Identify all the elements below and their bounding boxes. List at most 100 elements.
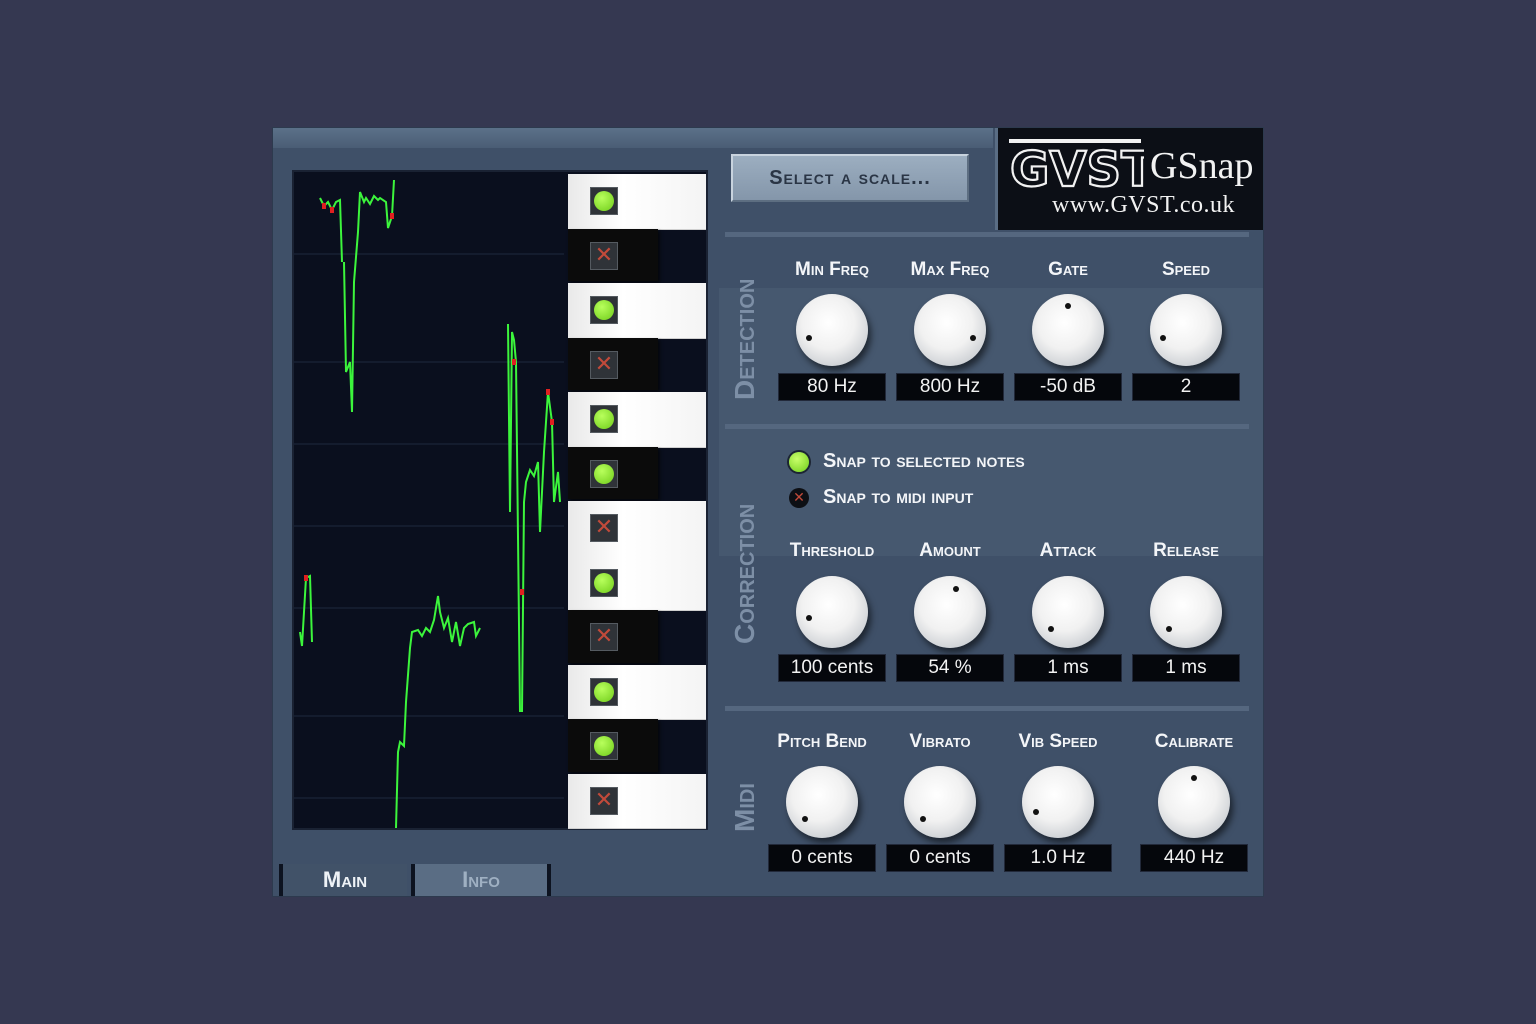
pitch-marker bbox=[512, 359, 516, 365]
white-key bbox=[568, 392, 706, 448]
tab-main[interactable]: Main bbox=[279, 864, 407, 896]
pitch-marker bbox=[550, 419, 554, 425]
pitch-marker bbox=[304, 575, 308, 581]
vib-speed-value[interactable]: 1.0 Hz bbox=[1004, 844, 1112, 872]
note-off-x-icon: ✕ bbox=[594, 624, 614, 650]
min-freq-value[interactable]: 80 Hz bbox=[778, 373, 886, 401]
max-freq-value[interactable]: 800 Hz bbox=[896, 373, 1004, 401]
speed-knob[interactable] bbox=[1150, 294, 1222, 366]
calibrate-label: Calibrate bbox=[1154, 731, 1234, 752]
gate-label: Gate bbox=[1048, 259, 1088, 280]
release-value[interactable]: 1 ms bbox=[1132, 654, 1240, 682]
calibrate-knob[interactable] bbox=[1158, 766, 1230, 838]
speed-value[interactable]: 2 bbox=[1132, 373, 1240, 401]
attack-value[interactable]: 1 ms bbox=[1014, 654, 1122, 682]
release-knob[interactable] bbox=[1150, 576, 1222, 648]
snap-selected-notes-option[interactable]: Snap to selected notes bbox=[789, 450, 1025, 473]
select-scale-button[interactable]: Select a scale... bbox=[731, 154, 969, 202]
note-enabled-toggle[interactable] bbox=[590, 568, 618, 597]
note-disabled-toggle[interactable]: ✕ bbox=[590, 623, 618, 652]
piano-keyboard: ✕ ✕ ✕ ✕ ✕ bbox=[568, 174, 706, 829]
threshold-value[interactable]: 100 cents bbox=[778, 654, 886, 682]
note-disabled-toggle[interactable]: ✕ bbox=[590, 786, 618, 815]
plugin-name: GSnap bbox=[1150, 145, 1254, 187]
black-key bbox=[568, 446, 658, 499]
amount-knob[interactable] bbox=[914, 576, 986, 648]
note-disabled-toggle[interactable]: ✕ bbox=[590, 514, 618, 543]
note-enabled-toggle[interactable] bbox=[590, 677, 618, 706]
knob-indicator bbox=[1048, 625, 1055, 632]
note-on-dot-icon bbox=[594, 681, 614, 702]
knob-indicator bbox=[806, 335, 813, 342]
pitch-display: ✕ ✕ ✕ ✕ ✕ bbox=[292, 170, 708, 830]
vibrato-value[interactable]: 0 cents bbox=[886, 844, 994, 872]
note-disabled-toggle[interactable]: ✕ bbox=[590, 350, 618, 379]
note-off-x-icon: ✕ bbox=[594, 242, 614, 268]
pitch-trace bbox=[521, 391, 561, 713]
website-url: www.GVST.co.uk bbox=[1052, 192, 1235, 218]
divider-top bbox=[725, 232, 1249, 237]
detection-section-label: Detection bbox=[729, 278, 760, 400]
vibrato-knob[interactable] bbox=[904, 766, 976, 838]
black-key: ✕ bbox=[568, 228, 658, 281]
knob-indicator bbox=[920, 815, 927, 822]
note-off-x-icon: ✕ bbox=[594, 787, 614, 813]
note-enabled-toggle[interactable] bbox=[590, 459, 618, 488]
svg-text:GVST: GVST bbox=[1010, 142, 1144, 190]
snap-selected-notes-label: Snap to selected notes bbox=[823, 450, 1025, 472]
note-enabled-toggle[interactable] bbox=[590, 732, 618, 761]
amount-value[interactable]: 54 % bbox=[896, 654, 1004, 682]
vib-speed-knob[interactable] bbox=[1022, 766, 1094, 838]
midi-section-label: Midi bbox=[729, 783, 760, 832]
gsnap-plugin-window: ✕ ✕ ✕ ✕ ✕ Main Info Select a scale... GVST G… bbox=[273, 128, 1263, 896]
gate-value[interactable]: -50 dB bbox=[1014, 373, 1122, 401]
note-on-dot-icon bbox=[594, 736, 614, 757]
attack-label: Attack bbox=[1039, 540, 1097, 561]
note-off-x-icon: ✕ bbox=[594, 515, 614, 541]
note-disabled-toggle[interactable]: ✕ bbox=[590, 241, 618, 270]
top-strip bbox=[273, 128, 993, 148]
divider-correction bbox=[725, 706, 1249, 711]
pitch-marker bbox=[520, 589, 524, 595]
note-on-dot-icon bbox=[594, 191, 614, 212]
note-on-dot-icon bbox=[594, 409, 614, 430]
min-freq-knob[interactable] bbox=[796, 294, 868, 366]
knob-indicator bbox=[1191, 775, 1197, 781]
pitch-trace bbox=[343, 179, 395, 413]
amount-label: Amount bbox=[919, 540, 981, 561]
knob-indicator bbox=[1065, 303, 1071, 309]
pitch-marker bbox=[390, 213, 394, 219]
calibrate-value[interactable]: 440 Hz bbox=[1140, 844, 1248, 872]
min-freq-label: Min Freq bbox=[795, 259, 869, 280]
note-enabled-toggle[interactable] bbox=[590, 405, 618, 434]
white-key: ✕ bbox=[568, 501, 706, 557]
vibrato-label: Vibrato bbox=[909, 731, 971, 752]
note-enabled-toggle[interactable] bbox=[590, 296, 618, 325]
radio-selected[interactable] bbox=[789, 451, 809, 472]
attack-knob[interactable] bbox=[1032, 576, 1104, 648]
pitch-bend-value[interactable]: 0 cents bbox=[768, 844, 876, 872]
note-enabled-toggle[interactable] bbox=[590, 187, 618, 216]
pitch-trace bbox=[395, 595, 481, 828]
note-on-dot-icon bbox=[594, 572, 614, 593]
correction-section-label: Correction bbox=[729, 503, 760, 644]
divider-detection bbox=[725, 424, 1249, 429]
pitch-graph bbox=[294, 179, 564, 828]
white-key bbox=[568, 664, 706, 720]
pitch-bend-label: Pitch Bend bbox=[777, 731, 867, 752]
pitch-marker bbox=[330, 207, 334, 213]
threshold-knob[interactable] bbox=[796, 576, 868, 648]
snap-midi-input-option[interactable]: ✕ Snap to midi input bbox=[789, 486, 973, 509]
black-key: ✕ bbox=[568, 610, 658, 663]
note-on-dot-icon bbox=[594, 300, 614, 321]
threshold-label: Threshold bbox=[789, 540, 875, 561]
radio-unselected-x-icon[interactable]: ✕ bbox=[789, 487, 809, 508]
gate-knob[interactable] bbox=[1032, 294, 1104, 366]
max-freq-knob[interactable] bbox=[914, 294, 986, 366]
white-key bbox=[568, 174, 706, 230]
note-off-x-icon: ✕ bbox=[594, 351, 614, 377]
gvst-logo-mark: GVST bbox=[1009, 139, 1144, 190]
tab-info[interactable]: Info bbox=[411, 864, 551, 896]
pitch-marker bbox=[546, 389, 550, 395]
pitch-bend-knob[interactable] bbox=[786, 766, 858, 838]
